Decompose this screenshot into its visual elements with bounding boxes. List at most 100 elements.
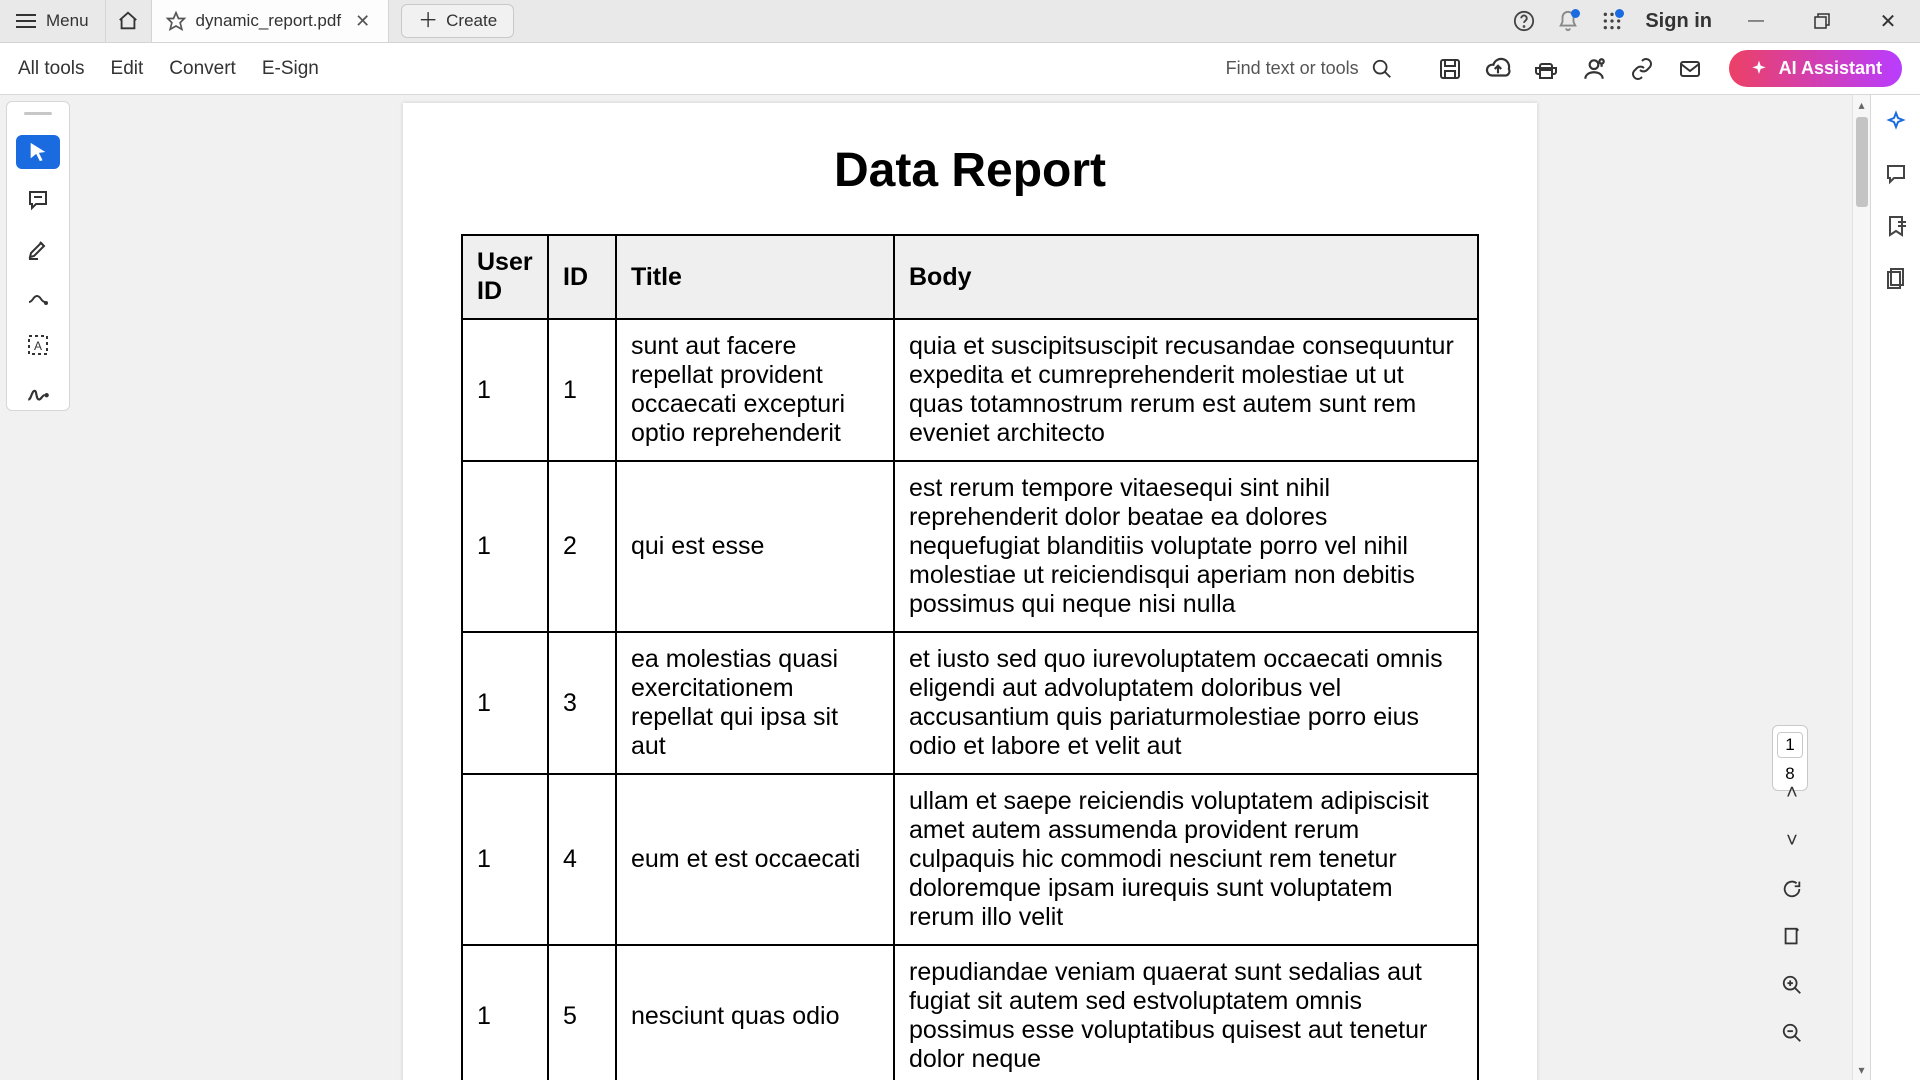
page-fit-button[interactable] <box>1772 917 1812 957</box>
cloud-upload-icon <box>1485 56 1511 82</box>
signature-tool-button[interactable] <box>16 376 60 410</box>
document-viewport: Data Report User ID ID Title Body 11sunt… <box>70 95 1870 1080</box>
comment-icon <box>26 188 50 212</box>
link-icon <box>1630 57 1654 81</box>
rail-drag-handle-icon[interactable] <box>24 112 52 115</box>
create-label: Create <box>446 11 497 31</box>
table-cell-body: ullam et saepe reiciendis voluptatem adi… <box>894 774 1478 945</box>
home-icon <box>117 10 139 32</box>
table-cell-id: 4 <box>548 774 616 945</box>
table-cell-id: 5 <box>548 945 616 1080</box>
notifications-button[interactable] <box>1557 10 1579 32</box>
highlight-tool-button[interactable] <box>16 231 60 265</box>
document-tab[interactable]: dynamic_report.pdf ✕ <box>152 0 390 42</box>
ai-assistant-button[interactable]: AI Assistant <box>1729 50 1902 87</box>
table-cell-user_id: 1 <box>462 461 548 632</box>
toolbar: All tools Edit Convert E-Sign Find text … <box>0 43 1920 95</box>
draw-tool-button[interactable] <box>16 280 60 314</box>
table-cell-title: eum et est occaecati <box>616 774 894 945</box>
titlebar-right: Sign in — ✕ <box>1513 9 1920 34</box>
comment-tool-button[interactable] <box>16 183 60 217</box>
create-button[interactable]: ＋ Create <box>401 4 514 38</box>
menu-label: Menu <box>46 11 89 31</box>
left-tool-rail: A <box>6 101 70 411</box>
current-page: 1 <box>1777 732 1803 758</box>
apps-dot-icon <box>1615 9 1624 18</box>
table-cell-title: sunt aut facere repellat provident occae… <box>616 319 894 461</box>
table-cell-id: 1 <box>548 319 616 461</box>
signin-button[interactable]: Sign in <box>1645 10 1712 33</box>
edit-button[interactable]: Edit <box>111 58 144 80</box>
table-cell-body: est rerum tempore vitaesequi sint nihil … <box>894 461 1478 632</box>
scroll-thumb[interactable] <box>1856 117 1868 207</box>
window-close-button[interactable]: ✕ <box>1866 9 1910 34</box>
report-title: Data Report <box>403 143 1537 198</box>
text-select-tool-button[interactable]: A <box>16 328 60 362</box>
email-button[interactable] <box>1677 56 1703 82</box>
table-cell-body: et iusto sed quo iurevoluptatem occaecat… <box>894 632 1478 774</box>
pages-icon <box>1884 266 1908 290</box>
select-tool-button[interactable] <box>16 135 60 169</box>
window-maximize-button[interactable] <box>1800 13 1844 29</box>
minimize-icon: — <box>1748 12 1764 30</box>
zoom-in-button[interactable] <box>1772 965 1812 1005</box>
apps-button[interactable] <box>1601 10 1623 32</box>
table-row: 13ea molestias quasi exercitationem repe… <box>462 632 1478 774</box>
page-up-button[interactable]: ˄ <box>1772 773 1812 813</box>
menu-button[interactable]: Menu <box>0 0 106 42</box>
star-icon <box>166 11 186 31</box>
share-user-icon <box>1581 56 1607 82</box>
all-tools-button[interactable]: All tools <box>18 58 85 80</box>
table-cell-body: quia et suscipitsuscipit recusandae cons… <box>894 319 1478 461</box>
zoom-out-button[interactable] <box>1772 1013 1812 1053</box>
search-icon <box>1371 58 1393 80</box>
scroll-down-button[interactable]: ▾ <box>1853 1060 1870 1080</box>
find-label: Find text or tools <box>1226 58 1359 79</box>
rotate-icon <box>1781 878 1803 900</box>
table-cell-user_id: 1 <box>462 945 548 1080</box>
vertical-scrollbar[interactable]: ▴ ▾ <box>1852 95 1870 1080</box>
help-button[interactable] <box>1513 10 1535 32</box>
table-cell-user_id: 1 <box>462 774 548 945</box>
rotate-button[interactable] <box>1772 869 1812 909</box>
titlebar: Menu dynamic_report.pdf ✕ ＋ Create Sign … <box>0 0 1920 43</box>
comments-panel-button[interactable] <box>1883 161 1909 187</box>
maximize-icon <box>1814 13 1830 29</box>
page-down-button[interactable]: ˅ <box>1772 821 1812 861</box>
sparkle-outline-icon <box>1884 110 1908 134</box>
cursor-icon <box>27 141 49 163</box>
esign-button[interactable]: E-Sign <box>262 58 319 80</box>
save-button[interactable] <box>1437 56 1463 82</box>
home-button[interactable] <box>106 0 152 42</box>
scroll-up-button[interactable]: ▴ <box>1853 95 1870 115</box>
pages-panel-button[interactable] <box>1883 265 1909 291</box>
print-button[interactable] <box>1533 56 1559 82</box>
column-header-id: ID <box>548 235 616 319</box>
table-cell-id: 3 <box>548 632 616 774</box>
find-button[interactable]: Find text or tools <box>1226 58 1393 80</box>
share-user-button[interactable] <box>1581 56 1607 82</box>
table-cell-title: ea molestias quasi exercitationem repell… <box>616 632 894 774</box>
close-tab-button[interactable]: ✕ <box>351 11 374 32</box>
zoom-out-icon <box>1781 1022 1803 1044</box>
page-sheet: Data Report User ID ID Title Body 11sunt… <box>403 103 1537 1080</box>
table-cell-user_id: 1 <box>462 319 548 461</box>
ai-assistant-label: AI Assistant <box>1779 58 1882 79</box>
save-icon <box>1438 57 1462 81</box>
ai-panel-button[interactable] <box>1883 109 1909 135</box>
right-panel-rail <box>1870 95 1920 1080</box>
print-icon <box>1534 57 1558 81</box>
table-row: 11sunt aut facere repellat provident occ… <box>462 319 1478 461</box>
table-cell-id: 2 <box>548 461 616 632</box>
close-icon: ✕ <box>1880 9 1897 34</box>
comments-icon <box>1884 162 1908 186</box>
cloud-upload-button[interactable] <box>1485 56 1511 82</box>
document-scroll-area[interactable]: Data Report User ID ID Title Body 11sunt… <box>70 95 1870 1080</box>
floating-controls: ˄ ˅ <box>1772 773 1812 1053</box>
bookmarks-panel-button[interactable] <box>1883 213 1909 239</box>
convert-button[interactable]: Convert <box>169 58 236 80</box>
window-minimize-button[interactable]: — <box>1734 12 1778 30</box>
tab-filename: dynamic_report.pdf <box>196 11 342 31</box>
text-select-icon: A <box>26 333 50 357</box>
link-button[interactable] <box>1629 56 1655 82</box>
